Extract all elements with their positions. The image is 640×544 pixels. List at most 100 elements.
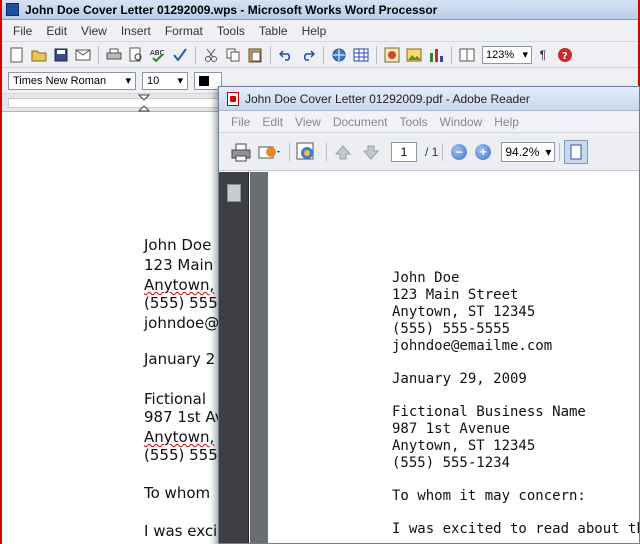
- font-name-select[interactable]: Times New Roman ▾: [8, 71, 136, 90]
- save-icon[interactable]: [52, 46, 70, 64]
- pdf-line-business-street: 987 1st Avenue: [392, 421, 511, 437]
- spell-check-icon[interactable]: ABC: [149, 46, 167, 64]
- pdf-line-business-phone: (555) 555-1234: [392, 455, 511, 471]
- new-document-icon[interactable]: [8, 46, 26, 64]
- pdf-page[interactable]: John Doe 123 Main Street Anytown, ST 123…: [268, 172, 639, 543]
- works-menu-table[interactable]: Table: [252, 24, 295, 38]
- undo-icon[interactable]: [277, 46, 295, 64]
- works-menu-format[interactable]: Format: [158, 24, 210, 38]
- works-menu-file[interactable]: File: [6, 24, 39, 38]
- insert-chart-icon[interactable]: [427, 46, 445, 64]
- works-window-title: John Doe Cover Letter 01292009.wps - Mic…: [25, 2, 438, 17]
- works-zoom-value: 123%: [486, 48, 515, 61]
- works-doc-line-business: Fictional: [144, 390, 207, 408]
- works-menu-help[interactable]: Help: [295, 24, 334, 38]
- font-size-select[interactable]: 10 ▾: [142, 71, 188, 90]
- font-color-swatch: [199, 75, 209, 86]
- works-doc-line-phone: (555) 555: [144, 294, 218, 312]
- toolbar-separator: [326, 142, 327, 161]
- pdf-line-body: I was excited to read about the gen: [392, 521, 639, 537]
- pdf-line-phone: (555) 555-5555: [392, 321, 511, 337]
- fit-page-icon[interactable]: [564, 139, 589, 164]
- reader-menu-file[interactable]: File: [225, 115, 256, 129]
- works-menu-edit[interactable]: Edit: [39, 24, 74, 38]
- toolbar-separator: [376, 45, 377, 64]
- works-doc-line-name: John Doe: [144, 236, 212, 254]
- insert-clipart-icon[interactable]: [383, 46, 401, 64]
- chevron-down-icon: ▾: [125, 75, 131, 87]
- zoom-out-icon[interactable]: −: [451, 143, 468, 160]
- reader-menu-help[interactable]: Help: [488, 115, 525, 129]
- reader-email-icon[interactable]: [257, 140, 281, 164]
- toolbar-separator: [195, 45, 196, 64]
- format-check-icon[interactable]: [171, 46, 189, 64]
- pdf-line-email: johndoe@emailme.com: [392, 338, 553, 354]
- reader-zoom-select[interactable]: 94.2% ▾: [501, 141, 556, 162]
- reader-menu-bar: File Edit View Document Tools Window Hel…: [219, 111, 639, 133]
- works-app-icon: [6, 3, 19, 16]
- insert-table-icon[interactable]: [352, 46, 370, 64]
- font-size-value: 10: [147, 74, 160, 87]
- page-total-label: / 1: [425, 144, 439, 159]
- copy-icon[interactable]: [224, 46, 242, 64]
- redo-icon[interactable]: [299, 46, 317, 64]
- page-thumbnails-icon[interactable]: [227, 184, 241, 202]
- reader-window-title: John Doe Cover Letter 01292009.pdf - Ado…: [245, 91, 530, 106]
- hyperlink-icon[interactable]: [330, 46, 348, 64]
- print-icon[interactable]: [105, 46, 123, 64]
- toolbar-separator: [270, 45, 271, 64]
- previous-page-icon[interactable]: [331, 140, 355, 164]
- works-menu-view[interactable]: View: [74, 24, 114, 38]
- reader-menu-edit[interactable]: Edit: [256, 115, 289, 129]
- print-preview-icon[interactable]: [127, 46, 145, 64]
- reader-page-gutter: [250, 172, 268, 543]
- reader-menu-document[interactable]: Document: [327, 115, 394, 129]
- works-zoom-select[interactable]: 123% ▾: [482, 45, 532, 64]
- pdf-file-icon: [227, 91, 239, 106]
- pdf-line-date: January 29, 2009: [392, 371, 527, 387]
- toolbar-separator: [559, 142, 561, 161]
- indent-marker-icon[interactable]: [136, 94, 152, 112]
- works-doc-line-body: I was exci: [144, 522, 218, 540]
- cut-icon[interactable]: [202, 46, 220, 64]
- works-doc-line-business-phone: (555) 555: [144, 446, 218, 464]
- works-title-bar[interactable]: John Doe Cover Letter 01292009.wps - Mic…: [2, 0, 638, 20]
- open-folder-icon[interactable]: [30, 46, 48, 64]
- works-doc-line-email: johndoe@: [144, 314, 220, 332]
- help-icon[interactable]: ?: [556, 46, 574, 64]
- insert-picture-icon[interactable]: [405, 46, 423, 64]
- reader-print-icon[interactable]: [229, 140, 253, 164]
- zoom-in-icon[interactable]: +: [475, 143, 492, 160]
- reader-window: John Doe Cover Letter 01292009.pdf - Ado…: [218, 86, 640, 544]
- pdf-line-business-city: Anytown, ST 12345: [392, 438, 536, 454]
- paste-icon[interactable]: [246, 46, 264, 64]
- pdf-line-name: John Doe: [392, 270, 460, 286]
- works-menu-tools[interactable]: Tools: [210, 24, 252, 38]
- toolbar-separator: [451, 45, 452, 64]
- toolbar-separator: [442, 142, 444, 161]
- toolbar-separator: [98, 45, 99, 64]
- pdf-line-city: Anytown, ST 12345: [392, 304, 536, 320]
- reader-title-bar[interactable]: John Doe Cover Letter 01292009.pdf - Ado…: [219, 87, 639, 111]
- works-doc-line-street: 123 Main: [144, 256, 214, 274]
- works-doc-line-date: January 2: [144, 350, 216, 368]
- works-doc-line-business-city: Anytown,: [144, 428, 215, 446]
- show-paragraph-marks-icon[interactable]: ¶: [534, 46, 552, 64]
- next-page-icon[interactable]: [359, 140, 383, 164]
- works-doc-line-salutation: To whom: [144, 484, 211, 502]
- reader-collaborate-icon[interactable]: [294, 140, 318, 164]
- page-number-input[interactable]: [391, 141, 417, 162]
- email-icon[interactable]: [74, 46, 92, 64]
- address-book-icon[interactable]: [458, 46, 476, 64]
- reader-toolbar: / 1 − + 94.2% ▾: [219, 133, 639, 171]
- pdf-line-street: 123 Main Street: [392, 287, 519, 303]
- reader-menu-tools[interactable]: Tools: [394, 115, 434, 129]
- font-name-value: Times New Roman: [13, 74, 107, 87]
- chevron-down-icon: ▾: [177, 75, 183, 87]
- svg-text:?: ?: [562, 51, 568, 62]
- reader-menu-view[interactable]: View: [289, 115, 327, 129]
- works-doc-line-city: Anytown,: [144, 276, 215, 294]
- works-menu-insert[interactable]: Insert: [114, 24, 158, 38]
- works-standard-toolbar: ABC 123% ▾ ¶ ?: [2, 42, 638, 68]
- reader-menu-window[interactable]: Window: [434, 115, 489, 129]
